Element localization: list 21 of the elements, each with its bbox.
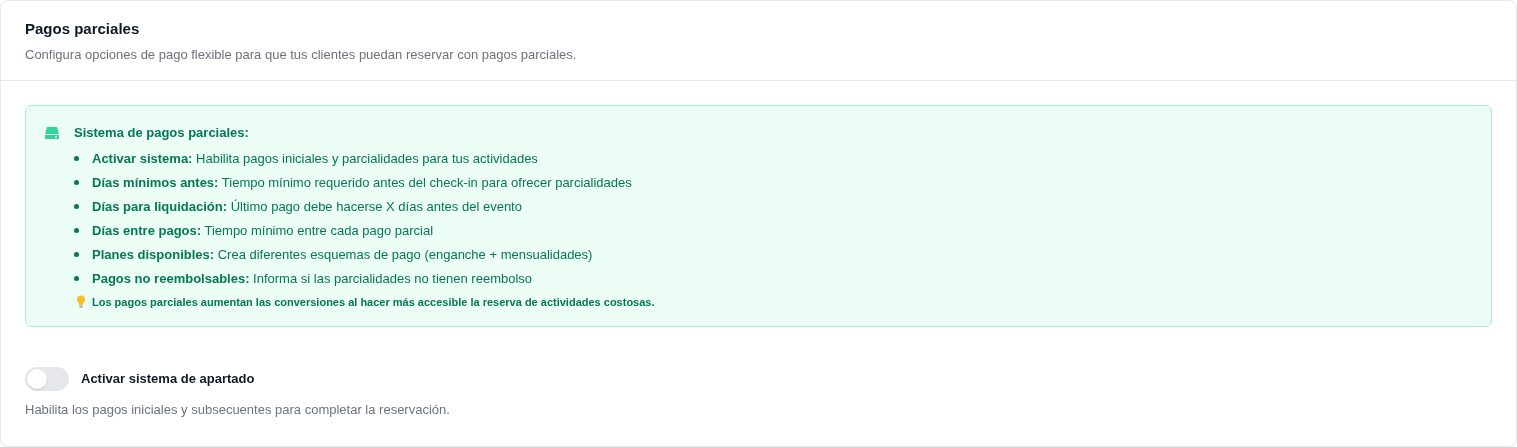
list-item: Días para liquidación: Último pago debe hacerse X días antes del evento xyxy=(92,197,522,216)
list-item: Días entre pagos: Tiempo mínimo entre cada pago parcial xyxy=(92,221,434,240)
toggle-switch[interactable] xyxy=(25,367,69,391)
server-icon xyxy=(44,125,60,140)
bullet-icon xyxy=(74,179,79,185)
list-item: Activar sistema: Habilita pagos iniciales y parcialidades para tus actividades xyxy=(92,149,538,168)
list-item: Pagos no reembolsables: Informa si las parcialidades no tienen reembolso xyxy=(92,269,533,288)
lightbulb-icon xyxy=(76,295,86,309)
tip-text: Los pagos parciales aumentan las conversiones al hacer más accesible la reserva de actividades costosas. xyxy=(92,294,655,310)
list-item: Planes disponibles: Crea diferentes esquemas de pago (enganche + mensualidades) xyxy=(92,245,593,264)
bullet-icon xyxy=(74,275,79,281)
bullet-icon xyxy=(74,203,79,209)
bullet-icon xyxy=(74,227,79,233)
section-subtitle: Configura opciones de pago flexible para que tus clientes puedan reservar con pagos parciales. xyxy=(25,46,578,64)
info-title: Sistema de pagos parciales: xyxy=(74,124,249,142)
section-title: Pagos parciales xyxy=(25,19,141,39)
toggle-description: Habilita los pagos iniciales y subsecuentes para completar la reservación. xyxy=(25,401,451,419)
list-item: Días mínimos antes: Tiempo mínimo requerido antes del check-in para ofrecer parcialidades xyxy=(92,173,632,192)
bullet-icon xyxy=(74,251,79,257)
bullet-icon xyxy=(74,155,79,161)
toggle-label: Activar sistema de apartado xyxy=(81,370,255,389)
